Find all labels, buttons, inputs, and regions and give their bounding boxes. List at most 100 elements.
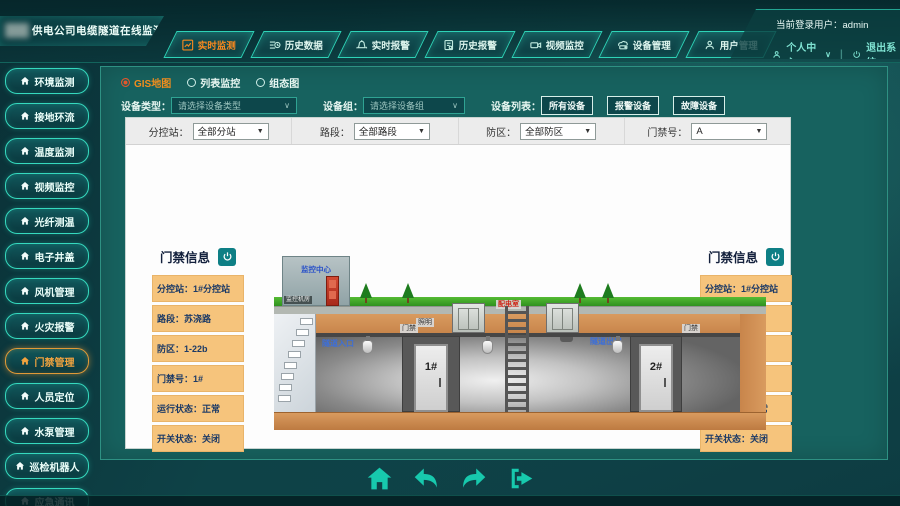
sidebar-item-fiber-temp[interactable]: 光纤测温: [5, 208, 89, 234]
sidebar-item-fan-manage[interactable]: 风机管理: [5, 278, 89, 304]
personal-center-link[interactable]: 个人中心: [786, 39, 820, 69]
building-red-door: [326, 276, 339, 306]
device-type-select[interactable]: 请选择设备类型∨: [171, 97, 297, 114]
stair-step: [300, 318, 313, 325]
tunnel-door-2[interactable]: 2#: [639, 344, 673, 412]
panel-title: 门禁信息: [160, 247, 210, 266]
tree-trunk: [579, 298, 581, 303]
control-center-label: 监控中心: [283, 264, 349, 275]
door-power-button[interactable]: [766, 248, 784, 266]
tree-icon: [602, 283, 614, 298]
tunnel-floor: [274, 412, 766, 430]
device-filter-row: 设备类型： 请选择设备类型∨ 设备组： 请选择设备组∨ 设备列表： 所有设备 报…: [121, 96, 739, 115]
power-cabinet: [546, 303, 579, 333]
stair-step: [296, 329, 309, 336]
tree-icon: [360, 283, 372, 298]
stair-step: [288, 351, 301, 358]
dropdown-arrow-icon: ▼: [755, 128, 762, 135]
chevron-down-icon: ∨: [284, 101, 290, 110]
home-icon: [20, 216, 30, 226]
power-icon: [222, 251, 233, 262]
chart-icon: [182, 39, 194, 51]
dropdown-arrow-icon: ▼: [584, 128, 591, 135]
tab-realtime-monitor[interactable]: 实时监测: [163, 31, 254, 58]
radio-scada-view[interactable]: 组态图: [256, 75, 299, 90]
exit-button[interactable]: [506, 464, 535, 493]
tree-trunk: [607, 298, 609, 303]
all-devices-button[interactable]: 所有设备: [541, 96, 593, 115]
home-button[interactable]: [365, 464, 394, 493]
tunnel-door-1[interactable]: 1#: [414, 344, 448, 412]
logout-link[interactable]: 退出系统: [866, 39, 900, 69]
logout-icon: [506, 464, 535, 493]
road-section-select[interactable]: 全部路段▼: [354, 123, 430, 140]
tab-device-manage[interactable]: 设备管理: [598, 31, 689, 58]
video-camera-icon: [530, 39, 542, 51]
tab-history-alarm[interactable]: 历史报警: [424, 31, 515, 58]
tab-history-data[interactable]: 历史数据: [250, 31, 341, 58]
door-number-select[interactable]: A▼: [691, 123, 767, 140]
sidebar-item-access-control[interactable]: 门禁管理: [5, 348, 89, 374]
tree-icon: [402, 283, 414, 298]
location-filter-bar: 分控站： 全部分站▼ 路段： 全部路段▼ 防区： 全部防区▼ 门禁号： A▼: [126, 118, 790, 145]
home-icon: [20, 111, 30, 121]
defense-zone-select[interactable]: 全部防区▼: [520, 123, 596, 140]
alarm-bell-icon: [356, 39, 368, 51]
chevron-down-icon: ∨: [452, 101, 458, 110]
device-group-label: 设备组：: [323, 98, 363, 113]
dropdown-arrow-icon: ▼: [257, 128, 264, 135]
tree-trunk: [407, 298, 409, 303]
sidebar-item-pump-manage[interactable]: 水泵管理: [5, 418, 89, 444]
person-icon: [772, 49, 781, 60]
info-row-run-status: 运行状态：正常: [152, 395, 244, 422]
device-type-label: 设备类型：: [121, 98, 171, 113]
bottom-nav: [0, 464, 900, 493]
tab-realtime-alarm[interactable]: 实时报警: [337, 31, 428, 58]
fault-devices-button[interactable]: 故障设备: [673, 96, 725, 115]
sidebar-item-video[interactable]: 视频监控: [5, 173, 89, 199]
footer-strip: [0, 495, 900, 506]
road-section-filter: 路段： 全部路段▼: [292, 118, 458, 144]
sidebar-item-ground-current[interactable]: 接地环流: [5, 103, 89, 129]
stair-step: [278, 395, 291, 402]
cctv-dome-icon: [482, 340, 493, 354]
app-title: 供电公司电缆隧道在线监测系统: [32, 16, 186, 46]
diagram-canvas: 门禁信息 分控站：1#分控站 路段：苏浇路 防区：1-22b 门禁号：1# 运行…: [126, 145, 790, 449]
power-icon: [852, 49, 861, 60]
forward-button[interactable]: [459, 464, 488, 493]
radio-dot: [256, 78, 265, 87]
sidebar-item-fire-alarm[interactable]: 火灾报警: [5, 313, 89, 339]
info-row-switch-status: 开关状态：关闭: [152, 425, 244, 452]
tree-icon: [574, 283, 586, 298]
radio-list-monitor[interactable]: 列表监控: [187, 75, 240, 90]
cctv-dome-icon: [612, 340, 623, 354]
info-row-door-no: 门禁号：1#: [152, 365, 244, 392]
report-doc-icon: [443, 39, 455, 51]
alarm-devices-button[interactable]: 报警设备: [607, 96, 659, 115]
stair-step: [279, 384, 292, 391]
home-icon: [20, 251, 30, 261]
control-room-label: 监控机房: [284, 296, 312, 304]
sidebar-item-manhole-cover[interactable]: 电子井盖: [5, 243, 89, 269]
device-group-select[interactable]: 请选择设备组∨: [363, 97, 465, 114]
sidebar-item-env-monitor[interactable]: 环境监测: [5, 68, 89, 94]
stair-step: [292, 340, 305, 347]
main-content-panel: GIS地图 列表监控 组态图 设备类型： 请选择设备类型∨ 设备组： 请选择设备…: [100, 66, 888, 460]
back-button[interactable]: [412, 464, 441, 493]
sidebar-item-temperature[interactable]: 温度监测: [5, 138, 89, 164]
info-row-zone: 防区：1-22b: [152, 335, 244, 362]
sidebar-item-personnel-location[interactable]: 人员定位: [5, 383, 89, 409]
tunnel-entrance-label: 隧道入口: [322, 338, 354, 349]
cctv-dome-icon: [362, 340, 373, 354]
home-icon: [20, 391, 30, 401]
radio-gis-map[interactable]: GIS地图: [121, 75, 171, 90]
tab-video-monitor[interactable]: 视频监控: [511, 31, 602, 58]
home-icon: [20, 181, 30, 191]
door-power-button[interactable]: [218, 248, 236, 266]
info-row-road: 路段：苏浇路: [152, 305, 244, 332]
substation-select[interactable]: 全部分站▼: [193, 123, 269, 140]
stair-step: [284, 362, 297, 369]
chevron-down-icon[interactable]: ∨: [825, 50, 831, 59]
radio-dot: [187, 78, 196, 87]
defense-zone-filter: 防区： 全部防区▼: [459, 118, 625, 144]
